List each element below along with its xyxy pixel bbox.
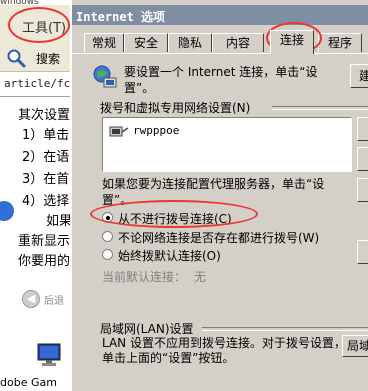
back-button[interactable]: ◀ 后退 <box>22 290 66 308</box>
highlight-ring-never-dial <box>90 200 258 228</box>
network-setup-icon <box>93 65 117 88</box>
content-line: 重新显示 <box>18 234 70 249</box>
dialup-connection-icon <box>109 126 129 137</box>
monitor-app-icon[interactable] <box>36 343 62 367</box>
content-line: 4）选择 <box>22 194 70 209</box>
setup-description: 要设置一个 Internet 连接，单击“设置”。 <box>124 65 318 95</box>
connection-settings-button[interactable] <box>357 178 368 202</box>
content-line: 1）单击 <box>22 128 70 143</box>
tab-general[interactable]: 常规 <box>84 33 124 52</box>
tab-privacy[interactable]: 隐私 <box>168 33 212 52</box>
connection-list[interactable]: rwpppoe <box>102 117 352 172</box>
search-button-label[interactable]: 搜索 <box>36 50 60 67</box>
content-line: 2）在语 <box>22 150 70 165</box>
tab-security[interactable]: 安全 <box>124 33 168 52</box>
lan-group-label: 局域网(LAN)设置 <box>100 322 194 336</box>
set-default-button[interactable] <box>357 240 368 264</box>
content-line: 你要用的 <box>18 254 70 269</box>
content-line: 如果 <box>46 214 70 229</box>
default-connection-label: 当前默认连接： <box>102 270 187 284</box>
radio-button[interactable] <box>102 231 113 242</box>
lan-settings-button[interactable]: 局域 <box>342 335 368 357</box>
internet-options-dialog: Internet 选项 常规 安全 隐私 内容 连接 程序 要设置一个 Inte… <box>70 0 368 391</box>
tab-strip: 常规 安全 隐私 内容 连接 程序 <box>72 30 368 54</box>
info-icon <box>0 201 14 221</box>
address-text: article/fc <box>4 77 70 90</box>
radio-label: 始终拨默认连接(O) <box>118 249 221 263</box>
radio-button[interactable] <box>102 249 113 260</box>
group-divider <box>272 106 368 110</box>
tab-programs[interactable]: 程序 <box>318 33 362 52</box>
remove-connection-button[interactable] <box>357 147 368 171</box>
back-arrow-icon: ◀ <box>22 290 40 308</box>
background-browser-window: windows 工具(T) 搜索 article/fc 其次设置 1）单击 2）… <box>0 0 70 391</box>
add-connection-button[interactable] <box>357 117 368 141</box>
app-label: dobe Gam <box>0 376 57 389</box>
group-divider <box>202 327 368 331</box>
dialog-title: Internet 选项 <box>76 10 166 24</box>
tab-connections[interactable]: 连接 <box>270 30 314 54</box>
default-connection-value: 无 <box>194 270 207 284</box>
background-toolbar: 搜索 <box>0 43 70 72</box>
lan-description: LAN 设置不应用到拨号连接。对于拨号设置，单击上面的“设置”按钮。 <box>102 336 346 365</box>
connection-name: rwpppoe <box>133 124 180 137</box>
highlight-ring-tools-menu <box>8 7 70 43</box>
tab-content[interactable]: 内容 <box>212 33 264 52</box>
content-line: 3）在首 <box>22 172 70 187</box>
content-line: 其次设置 <box>18 108 70 123</box>
dialup-group-label: 拨号和虚拟专用网络设置(N) <box>100 101 251 115</box>
address-bar[interactable]: article/fc <box>0 72 70 97</box>
setup-button[interactable]: 建 <box>350 64 368 88</box>
search-icon[interactable] <box>6 48 26 68</box>
radio-label: 不论网络连接是否存在都进行拨号(W) <box>118 231 320 245</box>
back-label: 后退 <box>44 296 64 307</box>
dialog-title-bar[interactable]: Internet 选项 <box>72 5 368 25</box>
